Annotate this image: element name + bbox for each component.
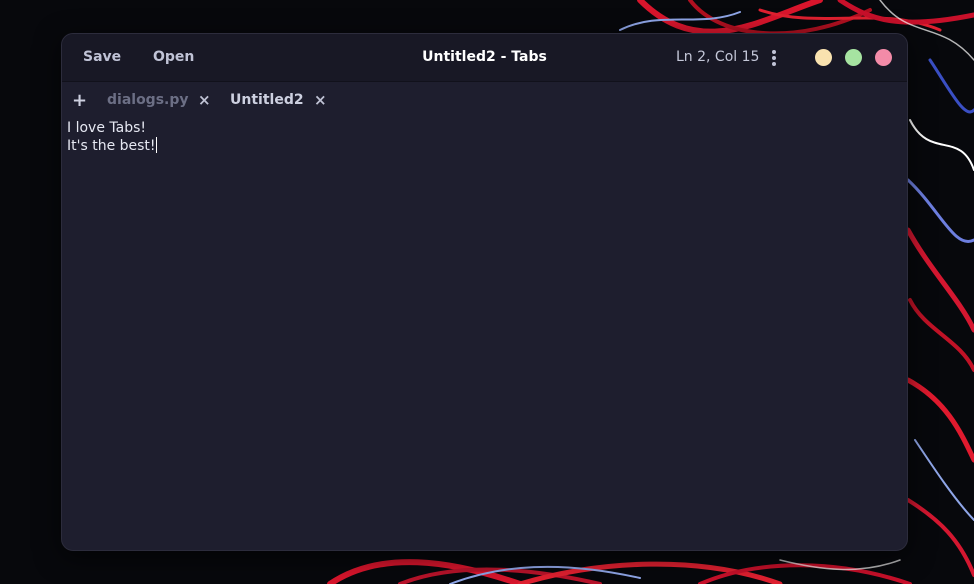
editor-line-with-caret: It's the best!	[67, 137, 902, 155]
editor-line: It's the best!	[67, 138, 156, 154]
maximize-button[interactable]	[845, 49, 862, 66]
tab-dialogs-py[interactable]: dialogs.py	[107, 92, 189, 108]
close-icon[interactable]: ×	[198, 91, 211, 109]
minimize-button[interactable]	[815, 49, 832, 66]
plus-icon[interactable]: +	[72, 90, 87, 111]
cursor-position: Ln 2, Col 15	[676, 49, 760, 65]
editor-line: I love Tabs!	[67, 120, 146, 136]
tab-bar: + dialogs.py × Untitled2 ×	[62, 82, 907, 120]
app-window: Save Open Untitled2 - Tabs Ln 2, Col 15 …	[61, 33, 908, 551]
window-title: Untitled2 - Tabs	[422, 49, 547, 65]
text-caret	[155, 137, 157, 153]
close-window-button[interactable]	[875, 49, 892, 66]
header-bar: Save Open Untitled2 - Tabs Ln 2, Col 15	[62, 34, 907, 82]
tab-untitled2[interactable]: Untitled2	[230, 92, 304, 108]
close-icon[interactable]: ×	[314, 91, 327, 109]
vertical-dots-icon[interactable]	[768, 48, 780, 68]
text-editor[interactable]: I love Tabs! It's the best!	[67, 120, 902, 545]
